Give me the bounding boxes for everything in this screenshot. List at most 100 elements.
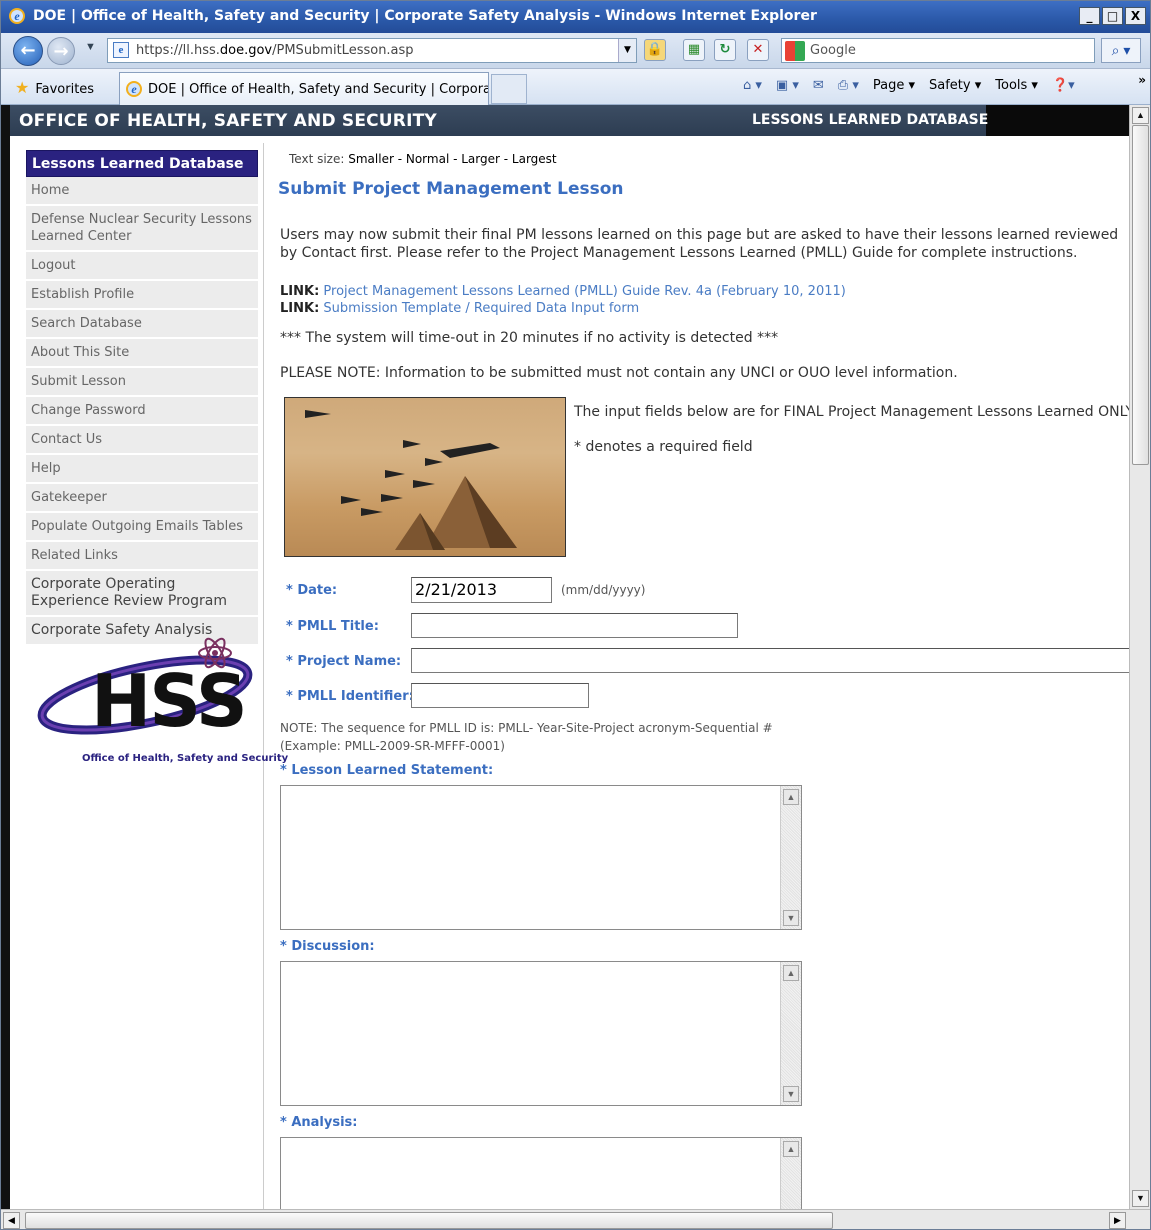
sidebar-item-logout[interactable]: Logout [26, 252, 258, 281]
text-size-larger[interactable]: Larger [461, 152, 500, 166]
date-label: * Date: [286, 583, 338, 598]
scroll-up-icon[interactable]: ▲ [1132, 107, 1149, 124]
scroll-up-icon[interactable]: ▲ [783, 1141, 799, 1157]
pmll-id-example: (Example: PMLL-2009-SR-MFFF-0001) [280, 739, 505, 753]
new-tab-button[interactable] [491, 74, 527, 104]
project-name-field[interactable] [411, 648, 1129, 673]
url-dropdown-icon[interactable]: ▼ [618, 39, 636, 62]
analysis-textarea[interactable]: ▲ ▼ [280, 1137, 802, 1209]
search-input[interactable]: Google [781, 38, 1095, 63]
refresh-icon[interactable]: ↻ [714, 39, 736, 61]
pmll-title-label: * PMLL Title: [286, 619, 379, 634]
column-divider [263, 143, 264, 1209]
scroll-down-icon[interactable]: ▼ [783, 1086, 799, 1102]
page-menu[interactable]: Page ▾ [873, 78, 915, 93]
favorites-button[interactable]: ★ Favorites [15, 78, 94, 97]
date-field[interactable]: 2/21/2013 [411, 577, 552, 603]
close-button[interactable]: X [1125, 7, 1146, 25]
url-path: /PMSubmitLesson.asp [272, 43, 414, 58]
print-icon[interactable]: ⎙ ▾ [838, 78, 859, 93]
text-size-control: Text size: Smaller - Normal - Larger - L… [289, 152, 557, 166]
text-size-largest[interactable]: Largest [512, 152, 557, 166]
sidebar-item-home[interactable]: Home [26, 177, 258, 206]
final-only-note: The input fields below are for FINAL Pro… [574, 404, 1129, 420]
stop-icon[interactable]: ✕ [747, 39, 769, 61]
sidebar-item-about[interactable]: About This Site [26, 339, 258, 368]
logo-subtitle: Office of Health, Safety and Security [82, 753, 289, 764]
safety-menu-label: Safety [929, 78, 971, 93]
google-icon [785, 41, 805, 61]
lesson-statement-textarea[interactable]: ▲ ▼ [280, 785, 802, 930]
analysis-label: * Analysis: [280, 1115, 358, 1130]
sidebar-item-related-links[interactable]: Related Links [26, 542, 258, 571]
url-domain: doe.gov [219, 43, 273, 58]
pmll-identifier-field[interactable] [411, 683, 589, 708]
scroll-up-icon[interactable]: ▲ [783, 789, 799, 805]
ie-icon: e [9, 8, 25, 24]
text-size-label: Text size: [289, 152, 345, 166]
tools-menu-label: Tools [995, 78, 1028, 93]
maximize-button[interactable]: □ [1102, 7, 1123, 25]
submission-template-link[interactable]: Submission Template / Required Data Inpu… [323, 301, 639, 316]
sidebar-item-defense-nuclear[interactable]: Defense Nuclear Security Lessons Learned… [26, 206, 258, 252]
scroll-up-icon[interactable]: ▲ [783, 965, 799, 981]
text-size-normal[interactable]: Normal [406, 152, 449, 166]
database-title: LESSONS LEARNED DATABASE [752, 112, 989, 128]
horizontal-scrollbar[interactable]: ◀ ▶ [1, 1209, 1150, 1229]
textarea-scrollbar[interactable]: ▲ ▼ [780, 962, 801, 1105]
sidebar-item-search-database[interactable]: Search Database [26, 310, 258, 339]
sidebar-item-populate-emails[interactable]: Populate Outgoing Emails Tables [26, 513, 258, 542]
home-icon[interactable]: ⌂ ▾ [743, 78, 762, 93]
page-icon: e [113, 42, 129, 58]
url-field[interactable]: e https://ll.hss.doe.gov/PMSubmitLesson.… [107, 38, 637, 63]
textarea-scrollbar[interactable]: ▲ ▼ [780, 1138, 801, 1209]
timeout-notice: *** The system will time-out in 20 minut… [280, 330, 779, 346]
feeds-icon[interactable]: ▣ ▾ [776, 78, 799, 93]
tools-menu[interactable]: Tools ▾ [995, 78, 1038, 93]
sidebar-item-help[interactable]: Help [26, 455, 258, 484]
please-note: PLEASE NOTE: Information to be submitted… [280, 365, 958, 381]
pmll-id-note: NOTE: The sequence for PMLL ID is: PMLL-… [280, 719, 773, 755]
title-bar: e DOE | Office of Health, Safety and Sec… [1, 1, 1150, 33]
scroll-left-icon[interactable]: ◀ [3, 1212, 20, 1229]
lock-icon[interactable]: 🔒 [644, 39, 666, 61]
search-button[interactable]: ⌕ ▾ [1101, 38, 1141, 63]
scroll-down-icon[interactable]: ▼ [783, 910, 799, 926]
logo-text: HSS [91, 659, 248, 743]
sidebar-item-gatekeeper[interactable]: Gatekeeper [26, 484, 258, 513]
scroll-right-icon[interactable]: ▶ [1109, 1212, 1126, 1229]
textarea-scrollbar[interactable]: ▲ ▼ [780, 786, 801, 929]
sidebar-item-change-password[interactable]: Change Password [26, 397, 258, 426]
discussion-label: * Discussion: [280, 939, 375, 954]
site-header: OFFICE OF HEALTH, SAFETY AND SECURITY LE… [10, 105, 1129, 136]
vertical-scroll-thumb[interactable] [1132, 125, 1149, 465]
text-size-smaller[interactable]: Smaller [348, 152, 394, 166]
browser-tab[interactable]: e DOE | Office of Health, Safety and Sec… [119, 72, 489, 105]
mail-icon[interactable]: ✉ [813, 78, 824, 93]
vertical-scrollbar[interactable]: ▲ ▼ [1129, 105, 1150, 1209]
pmll-title-field[interactable] [411, 613, 738, 638]
sidebar-item-submit-lesson[interactable]: Submit Lesson [26, 368, 258, 397]
pmll-guide-link[interactable]: Project Management Lessons Learned (PMLL… [323, 284, 845, 299]
safety-menu[interactable]: Safety ▾ [929, 78, 981, 93]
sidebar-item-contact-us[interactable]: Contact Us [26, 426, 258, 455]
address-bar: ← → ▼ e https://ll.hss.doe.gov/PMSubmitL… [1, 33, 1150, 69]
discussion-textarea[interactable]: ▲ ▼ [280, 961, 802, 1106]
forward-button[interactable]: → [47, 37, 75, 65]
page-title: Submit Project Management Lesson [278, 179, 624, 199]
link-row-guide: LINK: Project Management Lessons Learned… [280, 284, 846, 299]
link-label: LINK: [280, 284, 320, 299]
scroll-down-icon[interactable]: ▼ [1132, 1190, 1149, 1207]
back-button[interactable]: ← [13, 36, 43, 66]
site-title: OFFICE OF HEALTH, SAFETY AND SECURITY [19, 111, 437, 131]
sidebar-item-corporate-operating[interactable]: Corporate Operating Experience Review Pr… [26, 571, 258, 617]
recent-pages-dropdown-icon[interactable]: ▼ [85, 41, 96, 53]
sidebar-item-establish-profile[interactable]: Establish Profile [26, 281, 258, 310]
help-icon[interactable]: ❓▾ [1052, 78, 1075, 93]
link-row-template: LINK: Submission Template / Required Dat… [280, 301, 639, 316]
horizontal-scroll-thumb[interactable] [25, 1212, 833, 1229]
more-chevron-icon[interactable]: » [1138, 73, 1146, 87]
minimize-button[interactable]: _ [1079, 7, 1100, 25]
compatibility-view-icon[interactable]: ▦ [683, 39, 705, 61]
star-icon: ★ [15, 78, 30, 97]
